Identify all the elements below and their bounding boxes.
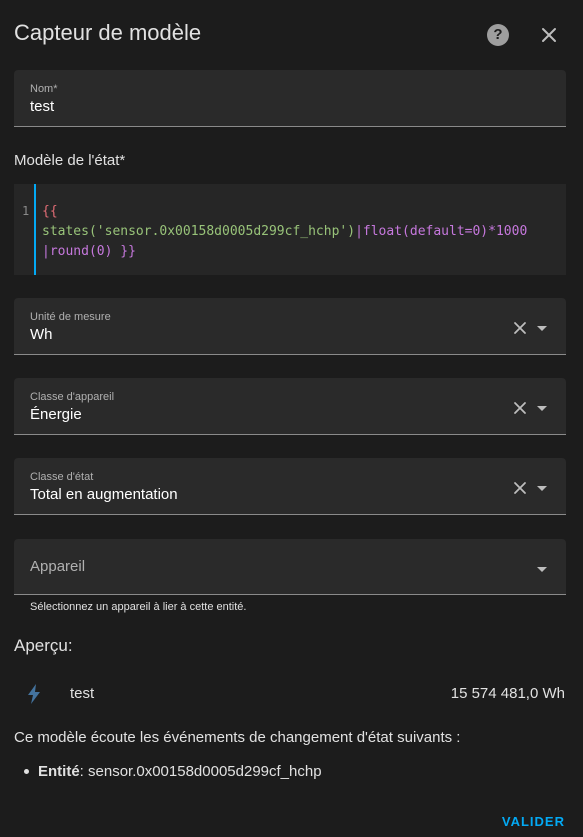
- preview-entity-value: 15 574 481,0 Wh: [450, 685, 565, 702]
- listeners-intro: Ce modèle écoute les événements de chang…: [14, 729, 461, 746]
- clear-icon[interactable]: [511, 399, 529, 417]
- unit-field[interactable]: Unité de mesure Wh: [14, 298, 566, 355]
- device-class-field[interactable]: Classe d'appareil Énergie: [14, 378, 566, 435]
- device-field-placeholder: Appareil: [30, 558, 86, 575]
- template-code[interactable]: {{ states('sensor.0x00158d0005d299cf_hch…: [42, 202, 562, 262]
- preview-heading: Aperçu:: [14, 636, 73, 655]
- help-circle-icon: ?: [493, 26, 503, 43]
- clear-icon[interactable]: [511, 479, 529, 497]
- code-line-2-states: states('sensor.0x00158d0005d299cf_hchp'): [42, 224, 356, 239]
- close-button[interactable]: [537, 23, 561, 47]
- preview-entity-name: test: [70, 685, 95, 702]
- listener-item: Entité: sensor.0x00158d0005d299cf_hchp: [24, 763, 322, 780]
- device-helper-text: Sélectionnez un appareil à lier à cette …: [30, 601, 247, 613]
- chevron-down-icon[interactable]: [534, 561, 550, 577]
- code-line-1: {{: [42, 204, 58, 219]
- listener-item-label: Entité: [38, 763, 80, 780]
- help-button[interactable]: ?: [487, 24, 509, 46]
- device-class-label: Classe d'appareil: [30, 391, 115, 403]
- clear-icon[interactable]: [511, 319, 529, 337]
- state-class-field[interactable]: Classe d'état Total en augmentation: [14, 458, 566, 515]
- code-line-3: |round(0) }}: [42, 244, 136, 259]
- template-label: Modèle de l'état*: [14, 152, 126, 169]
- chevron-down-icon[interactable]: [534, 400, 550, 416]
- code-line-2-filter: |float(default=0)*1000: [355, 224, 528, 239]
- template-code-editor[interactable]: 1 {{ states('sensor.0x00158d0005d299cf_h…: [14, 184, 566, 275]
- unit-field-label: Unité de mesure: [30, 311, 111, 323]
- name-field-label: Nom*: [30, 83, 58, 95]
- listener-item-value: : sensor.0x00158d0005d299cf_hchp: [79, 763, 322, 780]
- line-number: 1: [22, 204, 30, 218]
- submit-button[interactable]: VALIDER: [502, 814, 565, 829]
- device-field[interactable]: Appareil: [14, 539, 566, 595]
- device-class-value[interactable]: Énergie: [30, 406, 82, 423]
- state-class-value[interactable]: Total en augmentation: [30, 486, 178, 503]
- chevron-down-icon[interactable]: [534, 320, 550, 336]
- bullet: [24, 769, 29, 774]
- name-field[interactable]: Nom* test: [14, 70, 566, 127]
- editor-cursor-bar: [34, 184, 36, 275]
- state-class-label: Classe d'état: [30, 471, 94, 483]
- dialog-title: Capteur de modèle: [14, 20, 202, 45]
- unit-field-value[interactable]: Wh: [30, 326, 53, 343]
- chevron-down-icon[interactable]: [534, 480, 550, 496]
- lightning-bolt-icon: [28, 684, 40, 704]
- name-field-value[interactable]: test: [30, 98, 54, 115]
- close-icon: [542, 28, 556, 42]
